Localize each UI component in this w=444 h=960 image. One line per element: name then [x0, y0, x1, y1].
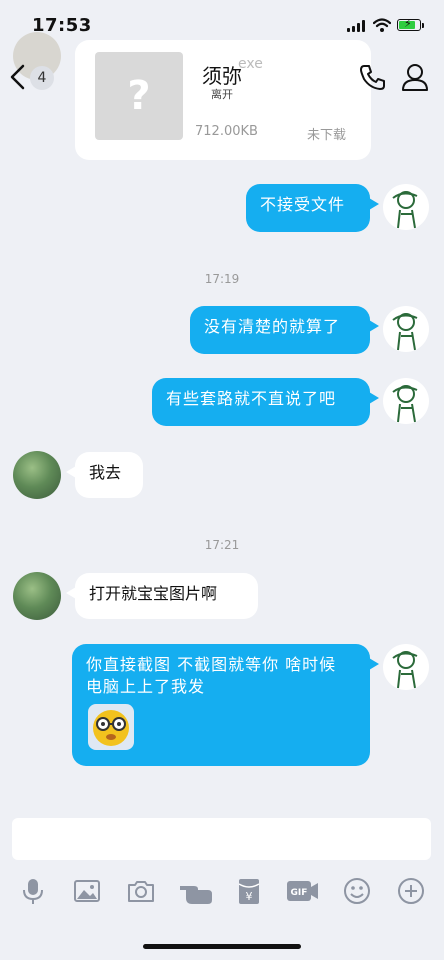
contact-avatar[interactable] [13, 451, 61, 499]
glasses-face-sticker-icon[interactable] [88, 704, 134, 750]
my-avatar[interactable] [383, 306, 429, 352]
input-toolbar: ¥ GIF [0, 868, 444, 914]
message-text: 打开就宝宝图片啊 [89, 584, 218, 603]
message-text: 没有清楚的就算了 [204, 317, 341, 336]
battery-tip [422, 23, 424, 28]
svg-text:¥: ¥ [246, 890, 253, 903]
image-icon[interactable] [72, 876, 102, 906]
signal-icon [347, 20, 367, 32]
svg-text:GIF: GIF [291, 888, 308, 898]
camera-icon[interactable] [126, 876, 156, 906]
emoji-icon[interactable] [342, 876, 372, 906]
plus-icon[interactable] [396, 876, 426, 906]
avatar-drawing-icon [392, 651, 418, 689]
file-size: 712.00KB [195, 124, 258, 139]
gif-icon[interactable]: GIF [286, 876, 320, 906]
message-text: 不接受文件 [260, 195, 346, 214]
battery-icon: ⚡ [397, 17, 421, 31]
message-input[interactable] [12, 818, 431, 860]
my-avatar[interactable] [383, 378, 429, 424]
outgoing-message[interactable]: 没有清楚的就算了 [190, 306, 379, 354]
incoming-message[interactable]: 我去 [66, 452, 143, 498]
status-time: 17:53 [32, 15, 92, 36]
wifi-icon [373, 18, 391, 32]
chat-header: 4 须弥 离开 [0, 44, 444, 110]
home-indicator[interactable] [143, 944, 301, 949]
message-text: 你直接截图 不截图就等你 啥时候电脑上上了我发 [86, 655, 337, 696]
timestamp: 17:21 [204, 538, 240, 552]
my-avatar[interactable] [383, 184, 429, 230]
avatar-drawing-icon [392, 385, 418, 423]
message-text: 我去 [89, 463, 122, 482]
message-text: 有些套路就不直说了吧 [166, 389, 337, 408]
status-bar: 17:53 ⚡ [0, 0, 444, 44]
avatar-drawing-icon [392, 191, 418, 229]
red-packet-icon[interactable]: ¥ [234, 876, 264, 906]
avatar-drawing-icon [392, 313, 418, 351]
timestamp: 17:19 [204, 272, 240, 286]
microphone-icon[interactable] [18, 876, 48, 906]
outgoing-message[interactable]: 你直接截图 不截图就等你 啥时候电脑上上了我发 [72, 644, 379, 766]
file-download-status: 未下载 [307, 128, 347, 143]
phone-icon[interactable] [358, 62, 388, 92]
incoming-message[interactable]: 打开就宝宝图片啊 [66, 573, 258, 619]
contact-avatar[interactable] [13, 572, 61, 620]
hand-point-icon[interactable] [178, 876, 214, 906]
outgoing-message[interactable]: 有些套路就不直说了吧 [152, 378, 379, 426]
my-avatar[interactable] [383, 644, 429, 690]
outgoing-message[interactable]: 不接受文件 [246, 184, 379, 232]
profile-icon[interactable] [400, 62, 430, 92]
